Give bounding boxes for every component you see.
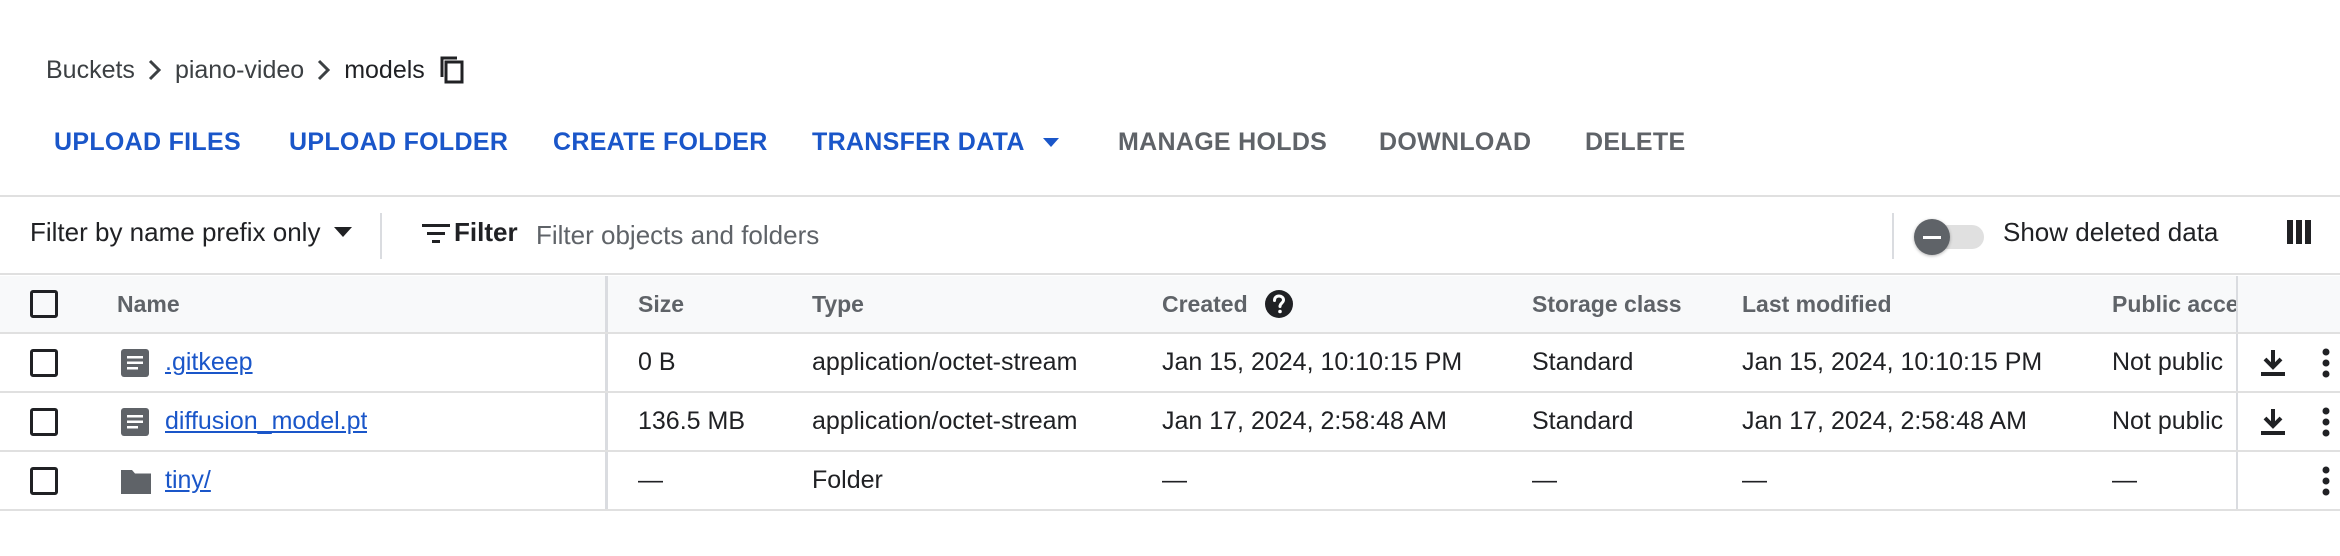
row-checkbox-cell [30,393,58,450]
table-header: Name Size Type Created Storage class Las… [0,276,2340,334]
storage-class-cell: Standard [1532,407,1634,435]
divider [380,213,382,259]
select-all-checkbox[interactable] [30,290,58,318]
table-row[interactable]: .gitkeep 0 B application/octet-stream Ja… [0,334,2340,393]
delete-button[interactable]: DELETE [1585,128,1685,157]
toggle-knob [1914,219,1950,255]
last-modified-cell: Jan 15, 2024, 10:10:15 PM [1742,348,2043,376]
column-divider [605,334,608,391]
row-checkbox[interactable] [30,348,58,377]
create-folder-button[interactable]: CREATE FOLDER [553,128,768,157]
created-cell: Jan 17, 2024, 2:58:48 AM [1162,407,1447,435]
transfer-data-label: TRANSFER DATA [812,128,1025,156]
public-access-cell: Not public [2112,407,2224,435]
more-vert-icon[interactable] [2322,466,2330,496]
type-cell: application/octet-stream [812,407,1078,435]
public-access-cell: — [2112,466,2137,494]
more-cell [2322,334,2330,391]
created-cell: Jan 15, 2024, 10:10:15 PM [1162,348,1463,376]
transfer-data-button[interactable]: TRANSFER DATA [812,128,1059,157]
folder-name-link[interactable]: tiny/ [165,466,211,495]
type-cell: Folder [812,466,883,494]
file-icon [120,407,150,437]
row-checkbox-cell [30,452,58,509]
download-button[interactable]: DOWNLOAD [1379,128,1531,157]
column-divider [605,393,608,450]
size-cell: 136.5 MB [638,407,746,435]
column-resize-handle[interactable] [605,276,608,332]
more-cell [2322,452,2330,509]
type-cell: application/octet-stream [812,348,1078,376]
header-storage-class[interactable]: Storage class [1532,276,1682,332]
row-checkbox-cell [30,334,58,391]
download-cell [2259,334,2287,391]
header-created-label: Created [1162,290,1248,317]
storage-class-cell: — [1532,466,1557,494]
download-cell [2259,393,2287,450]
storage-class-cell: Standard [1532,348,1634,376]
breadcrumb-bucket[interactable]: piano-video [175,56,304,85]
caret-down-icon [1042,137,1059,148]
download-icon[interactable] [2259,348,2287,378]
more-vert-icon[interactable] [2322,348,2330,378]
divider [2236,393,2238,450]
manage-holds-button[interactable]: MANAGE HOLDS [1118,128,1327,157]
upload-files-button[interactable]: UPLOAD FILES [54,128,241,157]
filter-prefix-label: Filter by name prefix only [30,217,321,247]
header-type[interactable]: Type [812,276,864,332]
object-name-link[interactable]: .gitkeep [165,348,253,377]
filter-bar: Filter by name prefix only Filter Show d… [0,195,2340,275]
row-checkbox[interactable] [30,466,58,495]
filter-lines-icon [422,223,450,243]
select-all-cell [30,276,58,332]
divider [2236,334,2238,391]
caret-down-icon [334,227,353,238]
object-name-link[interactable]: diffusion_model.pt [165,407,367,436]
header-size[interactable]: Size [638,276,684,332]
name-cell: .gitkeep [120,334,253,391]
table-row[interactable]: diffusion_model.pt 136.5 MB application/… [0,393,2340,452]
divider [2236,452,2238,509]
header-public-access[interactable]: Public access [2112,276,2236,332]
file-icon [120,348,150,378]
breadcrumb-current: models [344,55,425,84]
divider [2236,276,2238,332]
size-cell: — [638,466,663,494]
show-deleted-label: Show deleted data [2003,217,2219,247]
action-toolbar: UPLOAD FILES UPLOAD FOLDER CREATE FOLDER… [0,118,2340,174]
filter-prefix-dropdown[interactable]: Filter by name prefix only [30,217,353,248]
filter-input[interactable] [534,211,1838,259]
breadcrumb-buckets[interactable]: Buckets [46,56,135,85]
upload-folder-button[interactable]: UPLOAD FOLDER [289,128,508,157]
header-created[interactable]: Created [1162,276,1294,332]
row-checkbox[interactable] [30,407,58,436]
more-cell [2322,393,2330,450]
breadcrumb: Buckets piano-video models [46,52,465,88]
size-cell: 0 B [638,348,676,376]
created-cell: — [1162,466,1187,494]
objects-table: Name Size Type Created Storage class Las… [0,276,2340,511]
folder-icon [120,467,152,495]
column-divider [605,452,608,509]
filter-button[interactable]: Filter [422,217,518,248]
last-modified-cell: — [1742,466,1767,494]
show-deleted-toggle[interactable] [1914,219,1986,255]
divider [1892,213,1894,259]
header-name[interactable]: Name [117,276,180,332]
header-last-modified[interactable]: Last modified [1742,276,1892,332]
chevron-right-icon [135,59,175,81]
last-modified-cell: Jan 17, 2024, 2:58:48 AM [1742,407,2027,435]
more-vert-icon[interactable] [2322,407,2330,437]
column-display-icon[interactable] [2286,219,2312,250]
download-icon[interactable] [2259,407,2287,437]
filter-label: Filter [454,217,518,247]
name-cell: tiny/ [120,452,211,509]
help-icon[interactable] [1264,289,1294,319]
copy-icon[interactable] [439,55,465,85]
table-row[interactable]: tiny/ — Folder — — — — [0,452,2340,511]
chevron-right-icon [304,59,344,81]
name-cell: diffusion_model.pt [120,393,367,450]
public-access-cell: Not public [2112,348,2224,376]
